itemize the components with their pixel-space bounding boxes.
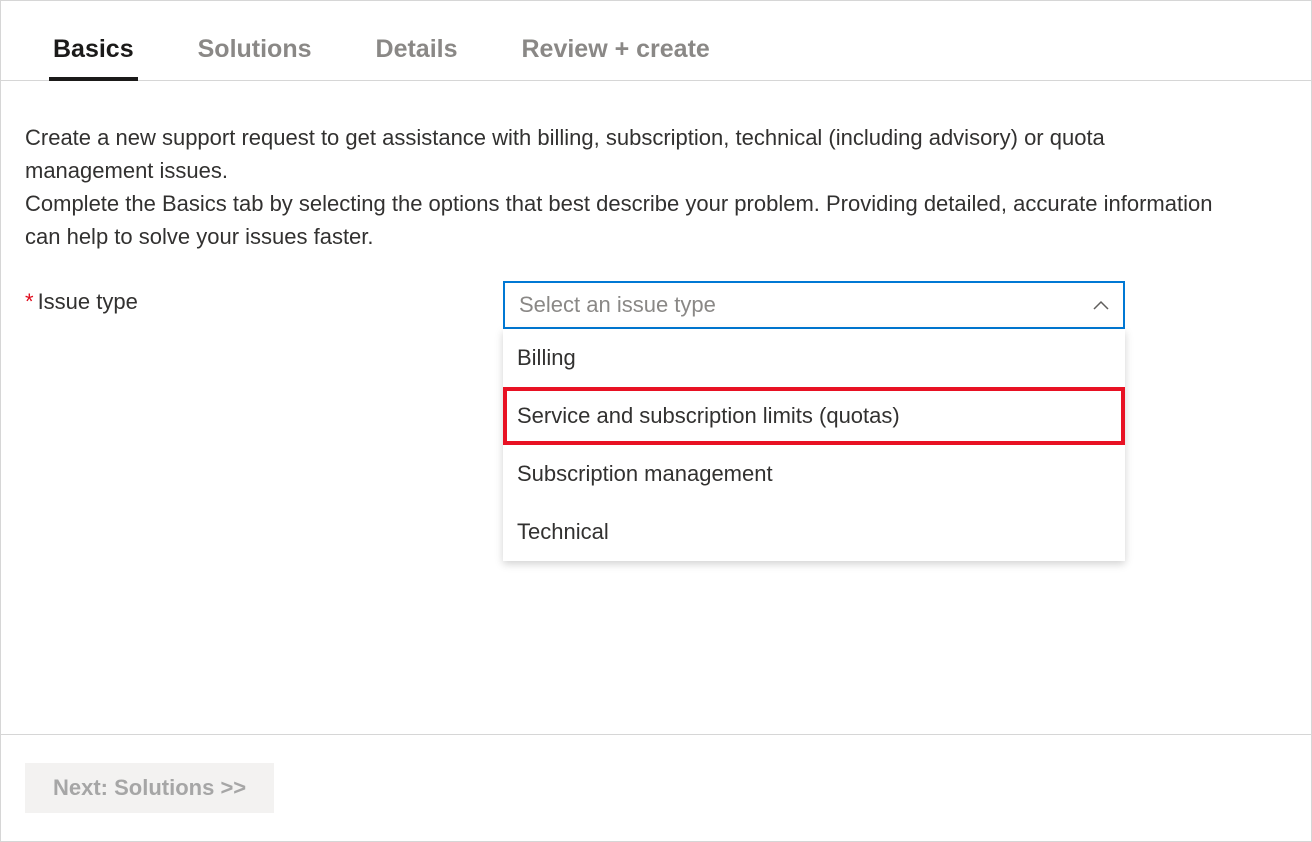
form-tabs: Basics Solutions Details Review + create bbox=[1, 1, 1311, 81]
tab-label: Review + create bbox=[522, 35, 710, 63]
issue-type-dropdown[interactable]: Select an issue type bbox=[503, 281, 1125, 329]
option-label: Billing bbox=[517, 345, 576, 370]
tab-label: Solutions bbox=[198, 35, 312, 63]
option-subscription-management[interactable]: Subscription management bbox=[503, 445, 1125, 503]
content-area: Create a new support request to get assi… bbox=[1, 81, 1311, 734]
issue-type-label: Issue type bbox=[38, 289, 138, 314]
form-footer: Next: Solutions >> bbox=[1, 734, 1311, 841]
option-billing[interactable]: Billing bbox=[503, 329, 1125, 387]
option-label: Service and subscription limits (quotas) bbox=[517, 403, 900, 428]
tab-label: Details bbox=[376, 35, 458, 63]
tab-review-create[interactable]: Review + create bbox=[518, 35, 714, 80]
tab-label: Basics bbox=[53, 35, 134, 63]
next-solutions-button[interactable]: Next: Solutions >> bbox=[25, 763, 274, 813]
chevron-up-icon bbox=[1093, 297, 1109, 313]
issue-type-label-col: *Issue type bbox=[25, 281, 503, 315]
required-marker: * bbox=[25, 289, 34, 314]
dropdown-placeholder: Select an issue type bbox=[519, 292, 716, 318]
issue-type-dropdown-list: Billing Service and subscription limits … bbox=[503, 329, 1125, 561]
intro-text: Create a new support request to get assi… bbox=[25, 121, 1225, 253]
tab-basics[interactable]: Basics bbox=[49, 35, 138, 80]
issue-type-field-col: Select an issue type Billing Service and… bbox=[503, 281, 1125, 329]
option-service-subscription-limits[interactable]: Service and subscription limits (quotas) bbox=[503, 387, 1125, 445]
intro-line-1: Create a new support request to get assi… bbox=[25, 125, 1105, 183]
tab-details[interactable]: Details bbox=[372, 35, 462, 80]
issue-type-row: *Issue type Select an issue type Billing… bbox=[25, 281, 1287, 329]
intro-line-2: Complete the Basics tab by selecting the… bbox=[25, 191, 1212, 249]
support-request-form: Basics Solutions Details Review + create… bbox=[0, 0, 1312, 842]
option-label: Subscription management bbox=[517, 461, 773, 486]
tab-solutions[interactable]: Solutions bbox=[194, 35, 316, 80]
next-button-label: Next: Solutions >> bbox=[53, 775, 246, 800]
option-label: Technical bbox=[517, 519, 609, 544]
option-technical[interactable]: Technical bbox=[503, 503, 1125, 561]
